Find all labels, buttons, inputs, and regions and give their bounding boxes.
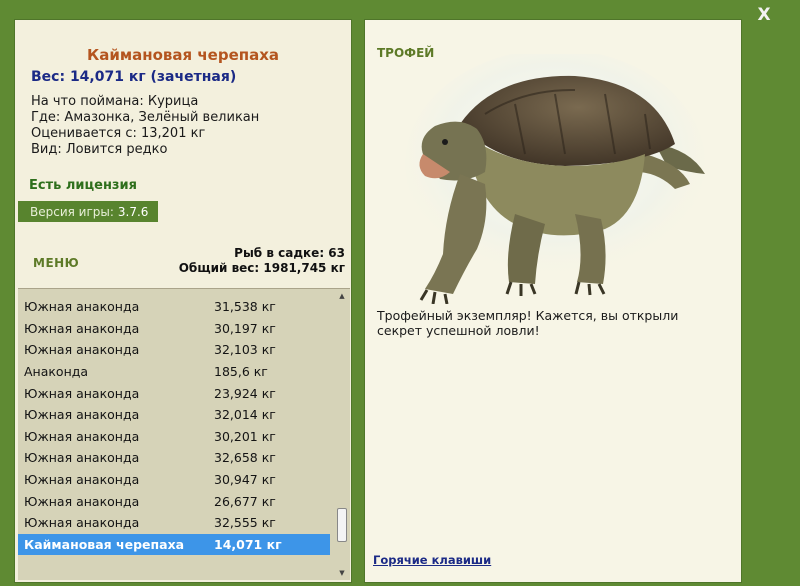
fish-rarity: Вид: Ловится редко — [31, 142, 168, 157]
catch-item-name: Южная анаконда — [24, 515, 140, 531]
close-button[interactable]: X — [752, 4, 776, 26]
catch-item-weight: 26,677 кг — [214, 493, 276, 509]
catch-item-weight: 185,6 кг — [214, 364, 268, 380]
catch-list-item[interactable]: Южная анаконда 30,201 кг — [18, 426, 330, 448]
catch-item-name: Южная анаконда — [24, 407, 140, 423]
catch-item-weight: 30,947 кг — [214, 472, 276, 488]
license-status: Есть лицензия — [29, 178, 137, 193]
fish-bait: На что поймана: Курица — [31, 94, 199, 109]
catch-list-item[interactable]: Южная анаконда 32,014 кг — [18, 404, 330, 426]
catch-list-item[interactable]: Южная анаконда 31,538 кг — [18, 296, 330, 318]
keep-count: Рыб в садке: 63 — [234, 246, 345, 260]
version-label: Версия игры: — [30, 204, 114, 219]
catch-item-name: Южная анаконда — [24, 299, 140, 315]
scroll-up-icon[interactable]: ▲ — [336, 292, 348, 300]
catch-item-weight: 14,071 кг — [214, 536, 282, 552]
turtle-image — [405, 54, 705, 304]
catch-list-item[interactable]: Южная анаконда 26,677 кг — [18, 490, 330, 512]
version-value: 3.7.6 — [117, 204, 149, 219]
scroll-thumb[interactable] — [337, 508, 347, 542]
catch-list-item[interactable]: Анаконда 185,6 кг — [18, 361, 330, 383]
catch-list-item[interactable]: Южная анаконда 32,555 кг — [18, 512, 330, 534]
catch-item-weight: 32,014 кг — [214, 407, 276, 423]
keep-stats: Рыб в садке: 63 Общий вес: 1981,745 кг — [179, 246, 345, 276]
catch-list-item[interactable]: Южная анаконда 23,924 кг — [18, 382, 330, 404]
version-badge: Версия игры: 3.7.6 — [18, 201, 158, 222]
catch-list-item[interactable]: Южная анаконда 32,103 кг — [18, 339, 330, 361]
catch-item-name: Анаконда — [24, 364, 89, 380]
catch-item-name: Южная анаконда — [24, 493, 140, 509]
catch-item-weight: 31,538 кг — [214, 299, 276, 315]
catch-item-name: Южная анаконда — [24, 450, 140, 466]
catch-list-rows: Южная анаконда 31,538 кг Южная анаконда 30,… — [18, 296, 330, 556]
catch-item-weight: 23,924 кг — [214, 385, 276, 401]
catch-item-weight: 30,197 кг — [214, 320, 276, 336]
catch-item-name: Южная анаконда — [24, 320, 140, 336]
catch-item-weight: 30,201 кг — [214, 428, 276, 444]
catch-item-weight: 32,555 кг — [214, 515, 276, 531]
catch-list-item[interactable]: Южная анаконда 30,947 кг — [18, 469, 330, 491]
trophy-panel: ТРОФЕЙ Трофейный экземпляр! Кажется, вы … — [364, 19, 742, 583]
catch-list[interactable]: Южная анаконда 31,538 кг Южная анаконда 30,… — [18, 288, 350, 580]
fish-weight: Вес: 14,071 кг (зачетная) — [31, 69, 237, 85]
catch-list-scrollbar[interactable]: ▲ ▼ — [336, 292, 348, 577]
catch-item-name: Южная анаконда — [24, 472, 140, 488]
fish-info-panel: Каймановая черепаха Вес: 14,071 кг (заче… — [14, 19, 352, 583]
hotkeys-link[interactable]: Горячие клавиши — [373, 553, 491, 567]
fish-location: Где: Амазонка, Зелёный великан — [31, 110, 260, 125]
keep-total-weight: Общий вес: 1981,745 кг — [178, 261, 345, 275]
catch-list-item[interactable]: Южная анаконда 30,197 кг — [18, 318, 330, 340]
scroll-down-icon[interactable]: ▼ — [336, 569, 348, 577]
trophy-description: Трофейный экземпляр! Кажется, вы открыли… — [377, 308, 679, 338]
catch-item-weight: 32,103 кг — [214, 342, 276, 358]
catch-item-name: Каймановая черепаха — [24, 536, 185, 552]
catch-item-name: Южная анаконда — [24, 428, 140, 444]
catch-list-item[interactable]: Южная анаконда 32,658 кг — [18, 447, 330, 469]
fish-min-weight: Оценивается с: 13,201 кг — [31, 126, 206, 141]
catch-item-name: Южная анаконда — [24, 385, 140, 401]
menu-button[interactable]: МЕНЮ — [33, 256, 79, 270]
catch-list-item[interactable]: Каймановая черепаха 14,071 кг — [18, 533, 330, 556]
fish-name: Каймановая черепаха — [86, 46, 280, 64]
catch-item-name: Южная анаконда — [24, 342, 140, 358]
catch-item-weight: 32,658 кг — [214, 450, 276, 466]
